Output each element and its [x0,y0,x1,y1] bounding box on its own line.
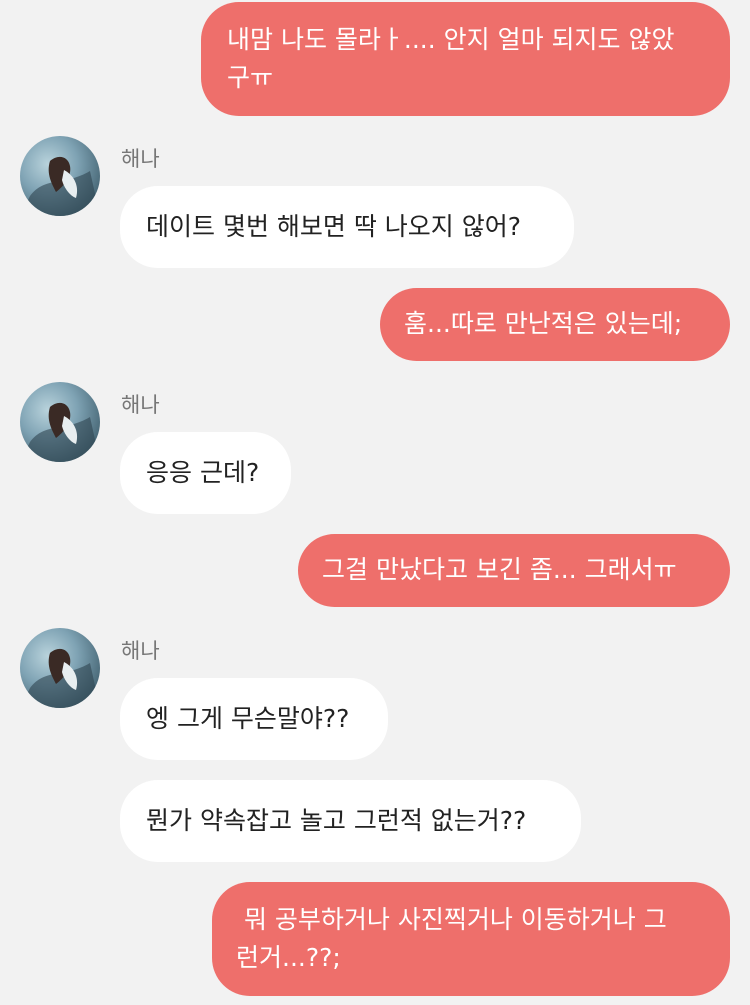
outgoing-message-bubble[interactable]: 뭐 공부하거나 사진찍거나 이동하거나 그 런거...??; [212,882,730,996]
contact-avatar[interactable] [20,136,100,216]
outgoing-message-bubble[interactable]: 그걸 만났다고 보긴 좀... 그래서ㅠ [298,534,730,607]
avatar-photo-icon [20,402,100,462]
contact-name: 해나 [121,393,160,417]
outgoing-message-bubble[interactable]: 내맘 나도 몰라ㅏ.... 안지 얼마 되지도 않았 구ㅠ [201,2,730,116]
avatar-photo-icon [20,156,100,216]
incoming-message-bubble[interactable]: 응응 근데? [120,432,291,514]
incoming-message-bubble[interactable]: 엥 그게 무슨말야?? [120,678,388,760]
incoming-message-bubble[interactable]: 데이트 몇번 해보면 딱 나오지 않어? [120,186,574,268]
contact-avatar[interactable] [20,628,100,708]
contact-avatar[interactable] [20,382,100,462]
outgoing-message-bubble[interactable]: 훔...따로 만난적은 있는데; [380,288,730,361]
contact-name: 해나 [121,639,160,663]
incoming-message-bubble[interactable]: 뭔가 약속잡고 놀고 그런적 없는거?? [120,780,581,862]
avatar-photo-icon [20,648,100,708]
contact-name: 해나 [121,147,160,171]
